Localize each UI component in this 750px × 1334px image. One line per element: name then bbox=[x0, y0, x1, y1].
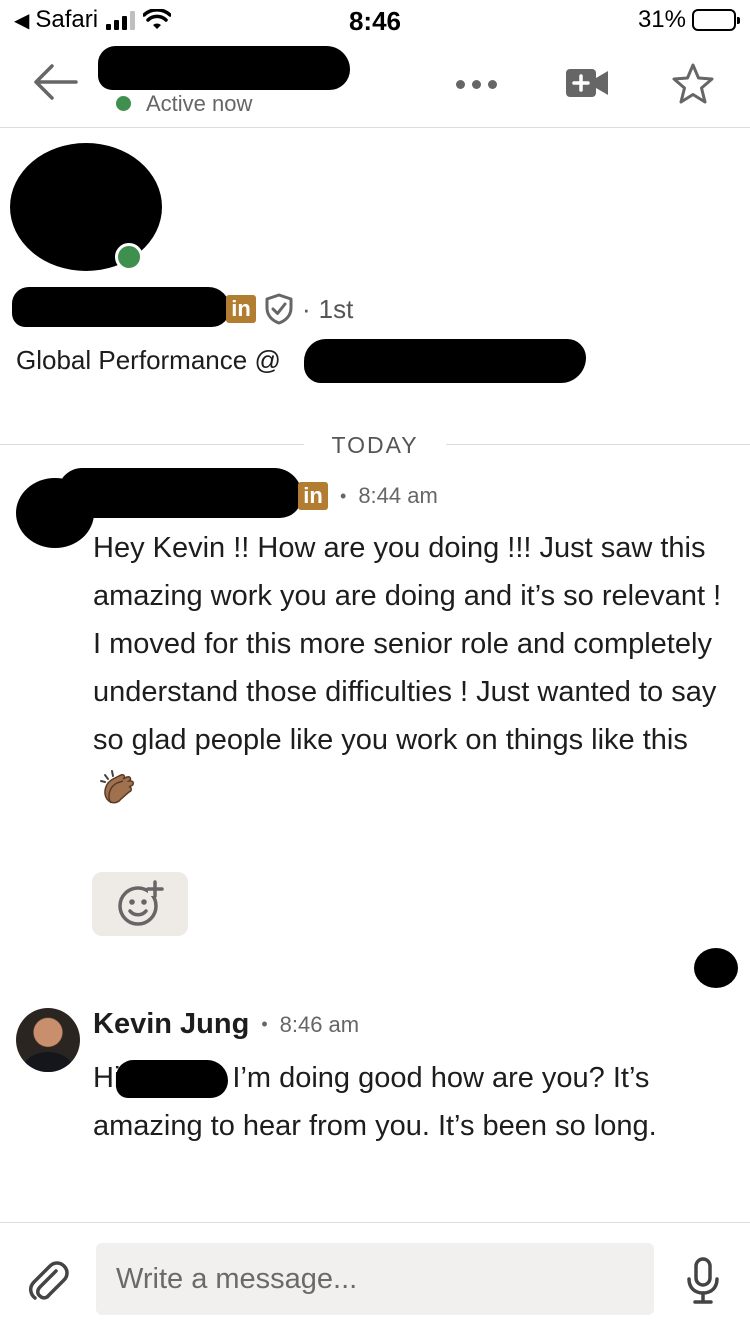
meta-separator: • bbox=[340, 485, 347, 506]
message-time: 8:46 am bbox=[279, 1011, 360, 1037]
microphone-icon[interactable] bbox=[686, 1257, 720, 1305]
linkedin-premium-badge: in bbox=[298, 482, 328, 510]
message-meta: in • 8:44 am bbox=[298, 482, 438, 510]
message-text: Hey Kevin !! How are you doing !!! Just … bbox=[93, 524, 723, 812]
status-bar: ◀ Safari 8:46 31% bbox=[0, 0, 750, 40]
paperclip-icon[interactable] bbox=[26, 1259, 70, 1303]
message-time: 8:44 am bbox=[358, 483, 438, 508]
message-input[interactable] bbox=[96, 1243, 654, 1315]
battery-percent: 31% bbox=[637, 6, 686, 33]
presence-status: Active now bbox=[146, 91, 253, 116]
shield-check-icon bbox=[265, 293, 293, 325]
meta-separator: • bbox=[261, 1014, 268, 1034]
sender-name[interactable]: Kevin Jung bbox=[93, 1008, 249, 1041]
linkedin-premium-badge: in bbox=[226, 295, 256, 323]
contact-name-redacted[interactable] bbox=[98, 46, 350, 90]
day-divider: TODAY bbox=[0, 430, 750, 460]
message-meta: Kevin Jung • 8:46 am bbox=[93, 1008, 359, 1041]
back-arrow-icon[interactable] bbox=[32, 62, 78, 102]
day-label: TODAY bbox=[331, 432, 419, 458]
profile-name-redacted bbox=[12, 287, 230, 327]
more-options-icon[interactable] bbox=[456, 72, 502, 96]
online-indicator bbox=[115, 243, 143, 271]
status-right: 31% bbox=[637, 6, 740, 34]
video-call-icon[interactable] bbox=[564, 66, 610, 100]
sender-name-redacted[interactable] bbox=[58, 468, 302, 518]
message-text-content: Hey Kevin !! How are you doing !!! Just … bbox=[93, 532, 722, 756]
presence-dot bbox=[116, 96, 131, 111]
clapping-hands-emoji bbox=[100, 770, 134, 804]
connection-degree: 1st bbox=[318, 293, 354, 324]
read-receipt-redacted bbox=[694, 948, 738, 988]
battery-icon bbox=[692, 9, 740, 31]
conversation-header: Active now bbox=[0, 40, 750, 128]
recipient-name-redacted bbox=[116, 1060, 229, 1099]
message-composer bbox=[0, 1222, 750, 1334]
profile-headline: Global Performance @ bbox=[16, 345, 281, 375]
company-redacted bbox=[304, 339, 586, 383]
avatar[interactable] bbox=[16, 1008, 80, 1072]
degree-separator: · bbox=[302, 293, 311, 324]
star-icon[interactable] bbox=[670, 62, 716, 106]
add-reaction-button[interactable] bbox=[92, 872, 188, 936]
message-text: Hi I’m doing good how are you? It’s amazi… bbox=[93, 1054, 723, 1150]
add-reaction-icon bbox=[118, 880, 164, 926]
divider-line-right bbox=[446, 444, 750, 445]
profile-badges: in · 1st bbox=[226, 293, 353, 325]
